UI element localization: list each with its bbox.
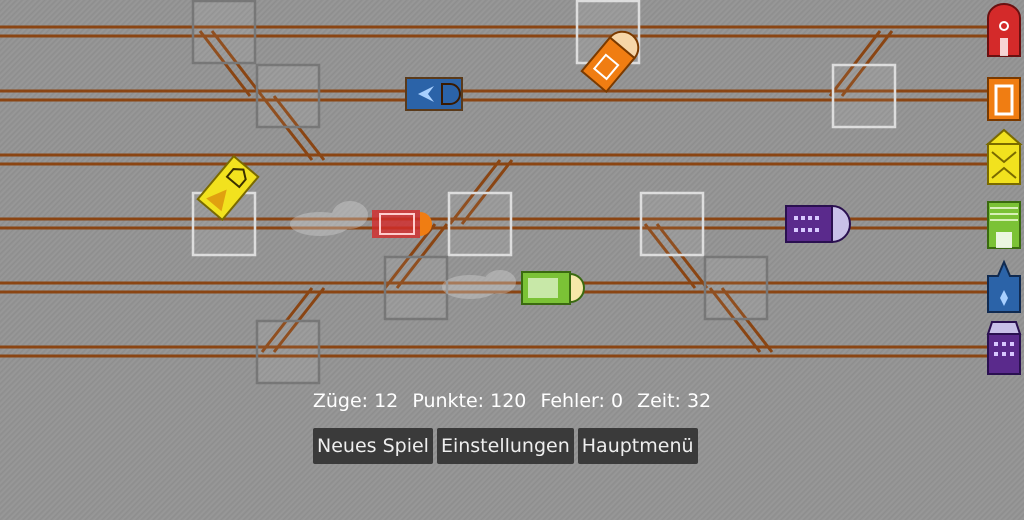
purple-house-icon	[986, 321, 1022, 375]
new-game-button[interactable]: Neues Spiel	[313, 428, 433, 464]
switch[interactable]	[639, 191, 705, 257]
switch[interactable]	[703, 255, 769, 321]
track-row-1	[0, 25, 1000, 38]
green-house-icon	[987, 201, 1021, 249]
yellow-house-icon	[985, 128, 1023, 185]
main-menu-button[interactable]: Hauptmenü	[577, 428, 698, 464]
switch[interactable]	[255, 63, 321, 129]
track-row-6	[0, 345, 1000, 358]
switch[interactable]	[383, 255, 449, 321]
switch[interactable]	[831, 63, 897, 129]
time-count: Zeit: 32	[637, 390, 712, 412]
blue-house-icon	[987, 259, 1021, 313]
orange-house-icon	[987, 77, 1021, 121]
errors-count: Fehler: 0	[540, 390, 624, 412]
trains-count: Züge: 12	[312, 390, 399, 412]
red-house-icon	[987, 3, 1021, 57]
track-row-3	[0, 153, 1000, 166]
points-count: Punkte: 120	[412, 390, 527, 412]
status-bar: Züge: 12 Punkte: 120 Fehler: 0 Zeit: 32	[0, 390, 1024, 412]
train-purple	[785, 204, 851, 244]
switch[interactable]	[255, 319, 321, 385]
switch[interactable]	[191, 0, 257, 65]
menu-bar: Neues Spiel Einstellungen Hauptmenü	[313, 428, 698, 464]
train-red	[372, 210, 432, 238]
train-blue	[405, 77, 463, 111]
train-green	[521, 271, 585, 305]
settings-button[interactable]: Einstellungen	[436, 428, 574, 464]
switch[interactable]	[447, 191, 513, 257]
